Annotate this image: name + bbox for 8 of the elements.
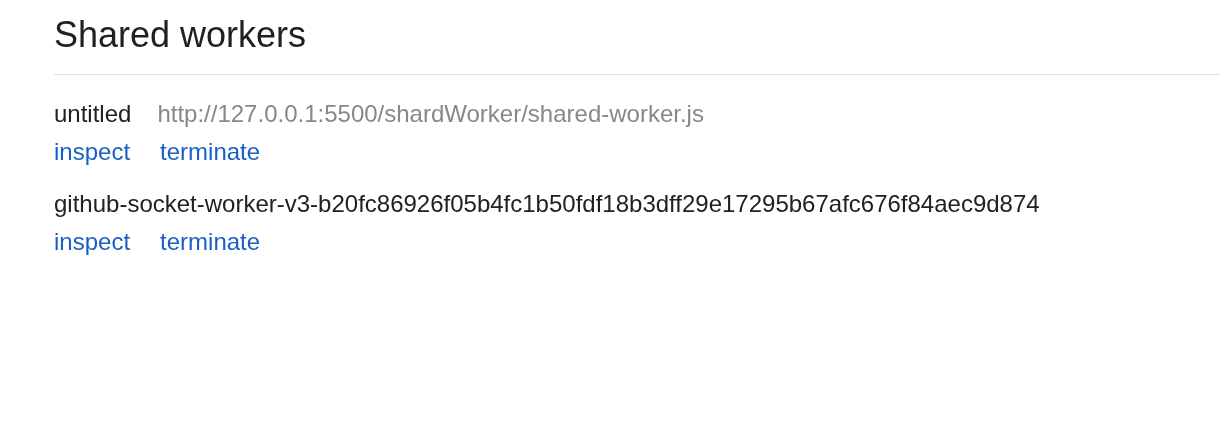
action-link[interactable]: terminate <box>160 227 261 257</box>
section-title: Shared workers <box>54 14 1220 75</box>
action-link[interactable]: inspect <box>54 137 131 167</box>
action-link[interactable]: terminate <box>160 137 261 167</box>
worker-name: untitled <box>54 99 132 129</box>
worker-name: github-socket-worker-v3-b20fc86926f05b4fc1b50fdf18b3dff29e17295b67afc676f84aec9d874 <box>54 189 1040 219</box>
worker-url: http://127.0.0.1:5500/shardWorker/shared-worker.js <box>157 99 704 129</box>
action-link[interactable]: inspect <box>54 227 131 257</box>
